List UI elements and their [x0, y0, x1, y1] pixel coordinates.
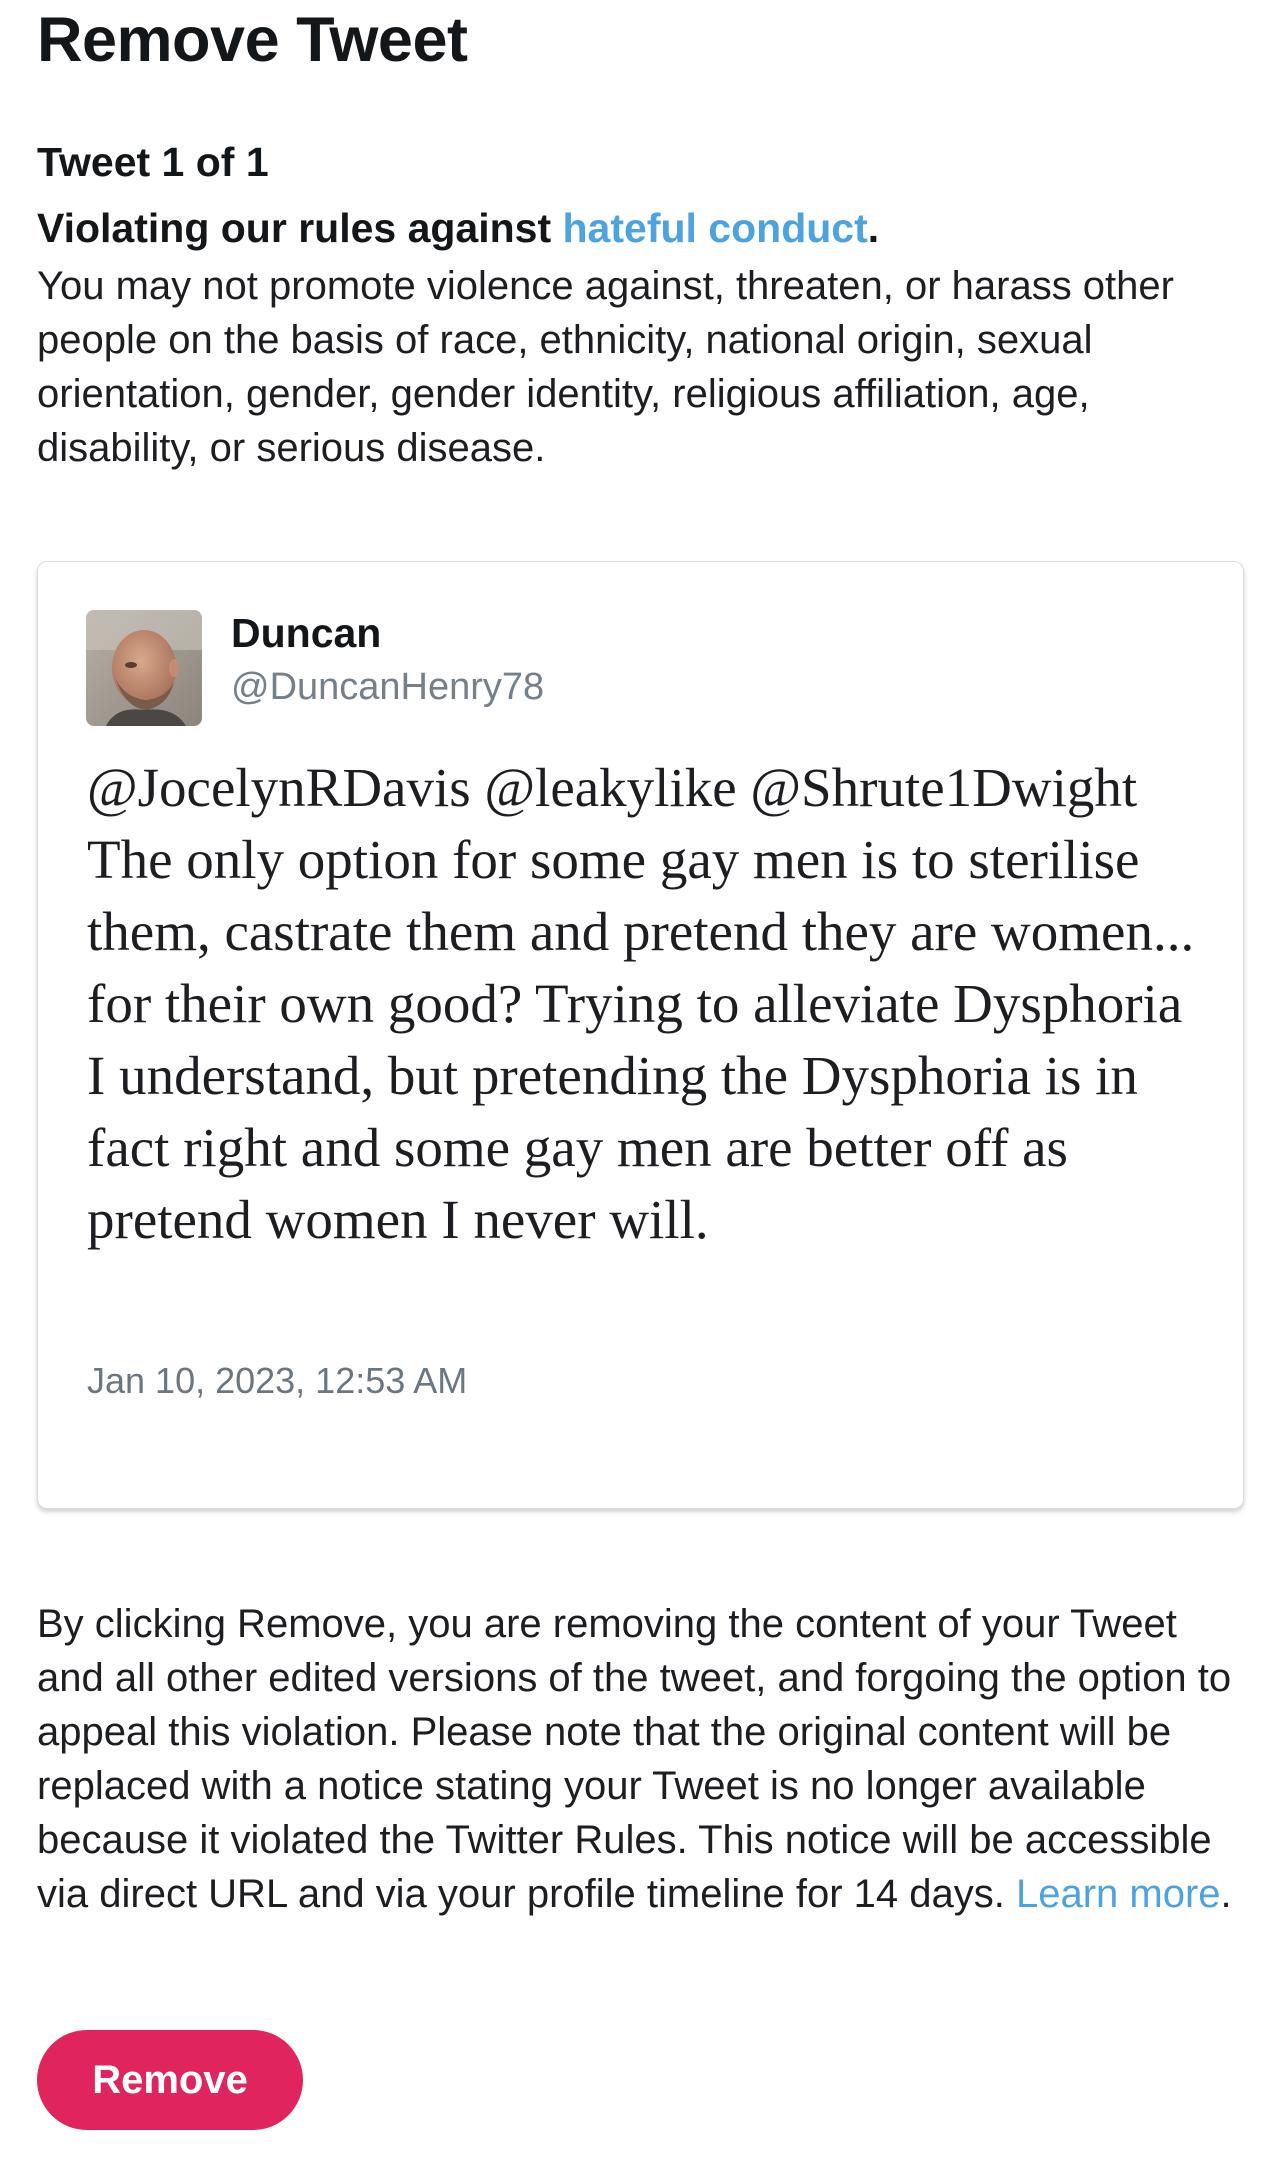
remove-button[interactable]: Remove: [37, 2030, 303, 2130]
violation-heading-prefix: Violating our rules against: [37, 205, 563, 251]
violation-description: You may not promote violence against, th…: [37, 264, 1174, 470]
page-title: Remove Tweet: [37, 5, 468, 75]
disclaimer-suffix: .: [1220, 1872, 1232, 1916]
learn-more-link[interactable]: Learn more: [1016, 1872, 1221, 1916]
tweet-count-label: Tweet 1 of 1: [37, 139, 269, 185]
author-handle[interactable]: @DuncanHenry78: [231, 662, 544, 712]
tweet-timestamp: Jan 10, 2023, 12:53 AM: [87, 1360, 468, 1401]
author-name[interactable]: Duncan: [231, 608, 381, 658]
hateful-conduct-link[interactable]: hateful conduct: [563, 205, 868, 251]
user-avatar-icon: [86, 610, 202, 726]
avatar: [86, 610, 202, 726]
violation-heading: Violating our rules against hateful cond…: [37, 203, 879, 253]
tweet-card: Duncan @DuncanHenry78 @JocelynRDavis @le…: [37, 561, 1244, 1509]
violation-heading-suffix: .: [867, 205, 880, 251]
disclaimer-text: By clicking Remove, you are removing the…: [37, 1602, 1232, 1916]
removal-disclaimer: By clicking Remove, you are removing the…: [37, 1597, 1247, 1921]
tweet-text: @JocelynRDavis @leakylike @Shrute1Dwight…: [87, 757, 1195, 1250]
